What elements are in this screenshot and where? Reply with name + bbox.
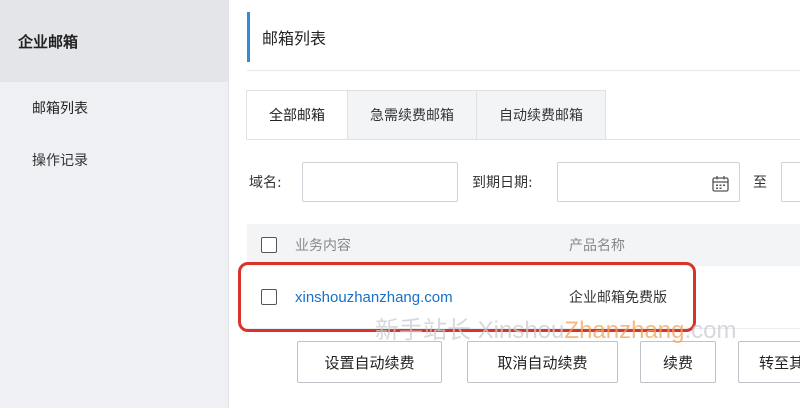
expiry-end-input[interactable] xyxy=(781,162,800,202)
cancel-auto-renew-button[interactable]: 取消自动续费 xyxy=(467,341,618,383)
transfer-button[interactable]: 转至其 xyxy=(738,341,800,383)
to-label: 至 xyxy=(753,175,767,191)
domain-label: 域名: xyxy=(249,175,282,191)
sidebar-item-label: 邮箱列表 xyxy=(32,101,88,117)
sidebar-item-label: 操作记录 xyxy=(32,153,88,169)
sidebar: 企业邮箱 邮箱列表 操作记录 xyxy=(0,0,228,408)
sidebar-item-mailbox-list[interactable]: 邮箱列表 xyxy=(0,82,228,134)
tab-all-mailboxes[interactable]: 全部邮箱 xyxy=(246,90,348,140)
tabs-divider xyxy=(247,139,800,140)
tab-bar: 全部邮箱 急需续费邮箱 自动续费邮箱 xyxy=(246,90,606,140)
sidebar-title: 企业邮箱 xyxy=(0,0,228,82)
set-auto-renew-button[interactable]: 设置自动续费 xyxy=(297,341,442,383)
table-header: 业务内容 产品名称 xyxy=(247,224,800,266)
calendar-icon[interactable] xyxy=(712,175,729,192)
page-title: 邮箱列表 xyxy=(247,12,800,62)
sidebar-item-operation-log[interactable]: 操作记录 xyxy=(0,134,228,186)
renew-button[interactable]: 续费 xyxy=(640,341,716,383)
header-divider xyxy=(247,70,800,71)
expiry-date-label: 到期日期: xyxy=(472,175,533,191)
tab-urgent-renewal[interactable]: 急需续费邮箱 xyxy=(347,90,477,140)
watermark: 新手站长 XinshouZhanzhang.com xyxy=(375,317,737,344)
column-product-name: 产品名称 xyxy=(569,238,625,254)
column-business-content: 业务内容 xyxy=(295,238,351,254)
expiry-start-input[interactable] xyxy=(557,162,740,202)
domain-input[interactable] xyxy=(302,162,458,202)
tab-auto-renewal[interactable]: 自动续费邮箱 xyxy=(476,90,606,140)
main-content: 邮箱列表 全部邮箱 急需续费邮箱 自动续费邮箱 域名: 到期日期: 至 业务内容 xyxy=(228,0,800,408)
select-all-checkbox[interactable] xyxy=(261,237,277,253)
